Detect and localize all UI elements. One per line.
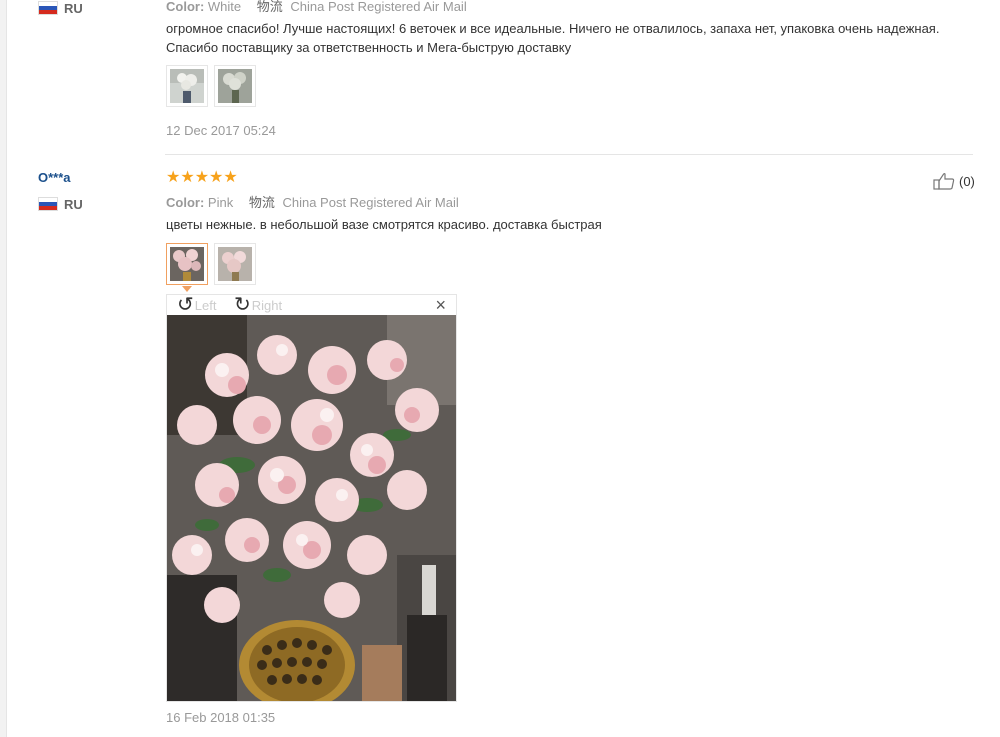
review-photo-thumbnail[interactable] [214,243,256,285]
review-comment: огромное спасибо! Лучше настоящих! 6 вет… [166,21,940,55]
rotate-right-label: Right [251,297,283,313]
rotate-left-label: Left [194,297,217,313]
color-value: White [207,0,242,14]
country-code: RU [64,1,83,16]
review-photo-thumbnail[interactable] [214,65,256,107]
photo-viewer: ↺ Left ↻ Right × [166,294,457,702]
photo-viewer-toolbar: ↺ Left ↻ Right × [167,295,456,315]
review-comment: цветы нежные. в небольшой вазе смотрятся… [166,217,602,232]
photo-thumbnail-image [218,69,252,103]
close-icon[interactable]: × [435,296,446,314]
review-photo-thumbnail-selected[interactable] [166,243,208,285]
review-divider [165,154,973,155]
order-info: Color: Pink 物流 China Post Registered Air… [166,192,459,211]
shipping-value: China Post Registered Air Mail [282,195,459,210]
review-photo-thumbnail[interactable] [166,65,208,107]
russia-flag-icon [38,197,58,211]
left-sidebar-edge [0,0,7,737]
russia-flag-icon [38,1,58,15]
thumbnail-pointer [182,286,192,292]
rotate-right-button[interactable]: ↻ Right [234,294,283,316]
shipping-value: China Post Registered Air Mail [290,0,467,14]
color-value: Pink [207,195,234,210]
color-label: Color: [166,0,205,14]
star-rating: ★★★★★ [166,169,238,186]
photo-thumbnail-image [170,69,204,103]
shipping-label: 物流 [248,195,275,210]
photo-thumbnail-image [218,247,252,281]
photo-thumbnail-image [170,247,204,281]
reviewer-name: O***a [38,170,71,185]
like-button[interactable]: (0) [933,172,975,190]
rotate-left-button[interactable]: ↺ Left [177,294,217,316]
like-count: (0) [959,173,975,189]
rotate-left-icon: ↺ [177,294,194,316]
review-photo-large [167,315,456,701]
thumbs-up-icon [933,173,955,190]
review-date: 16 Feb 2018 01:35 [166,710,276,725]
color-label: Color: [166,195,205,210]
review-date: 12 Dec 2017 05:24 [166,123,276,138]
shipping-label: 物流 [256,0,283,14]
country-code: RU [64,197,83,212]
order-info: Color: White 物流 China Post Registered Ai… [166,0,467,15]
rotate-right-icon: ↻ [234,294,251,316]
flowers-photo [167,315,456,701]
